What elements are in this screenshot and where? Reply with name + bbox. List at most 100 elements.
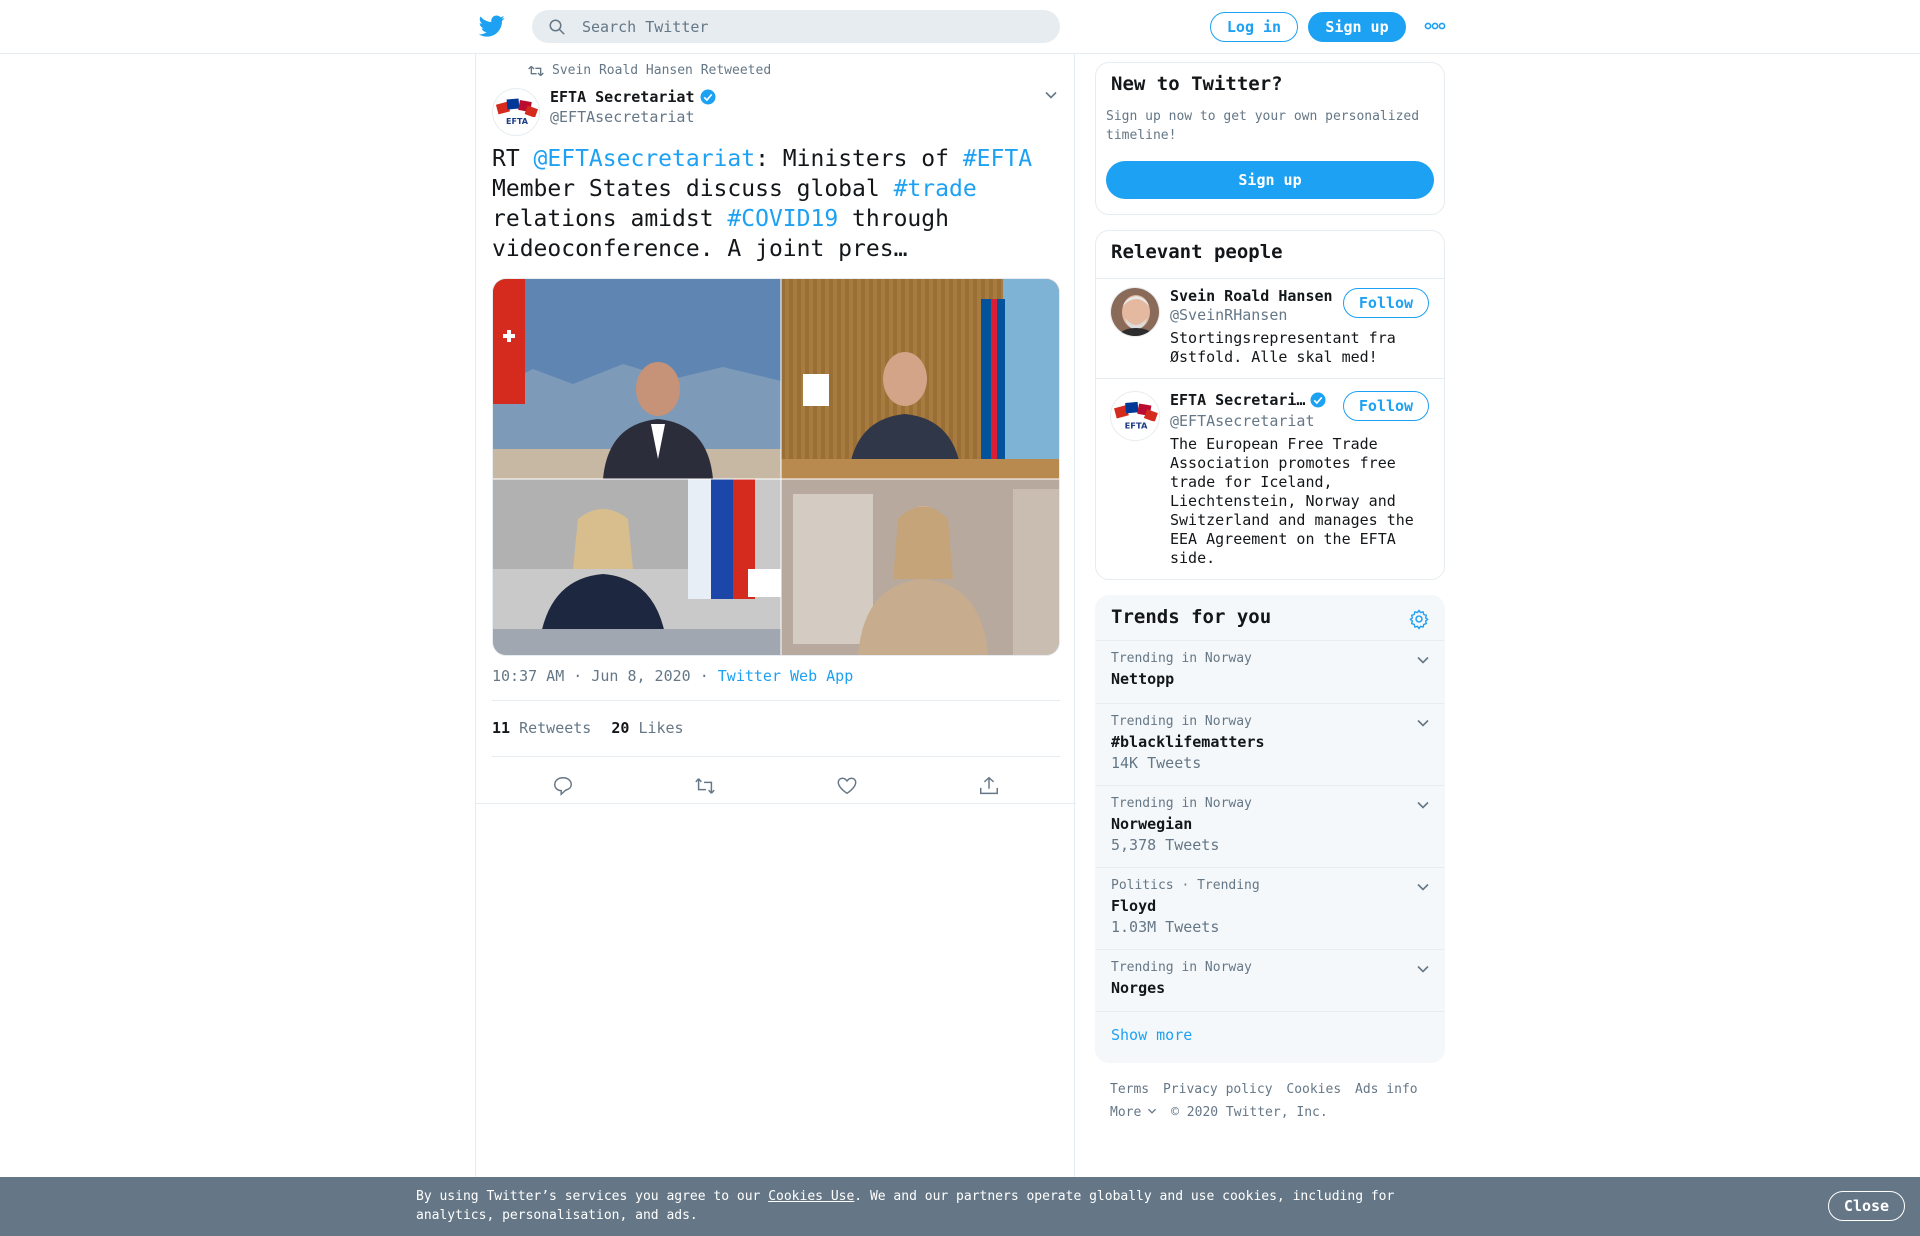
person-name-text: EFTA Secretari…: [1170, 391, 1306, 409]
trend-context: Trending in Norway: [1111, 960, 1252, 975]
tweet-mention-link[interactable]: @EFTAsecretariat: [534, 146, 756, 172]
twitter-bird-icon[interactable]: [478, 13, 506, 39]
person-handle[interactable]: @SveinRHansen: [1170, 306, 1287, 324]
like-count: 20: [611, 719, 630, 737]
hashtag-covid19-link[interactable]: #COVID19: [727, 206, 838, 232]
trends-title: Trends for you: [1111, 606, 1272, 628]
new-to-twitter-title: New to Twitter?: [1111, 73, 1283, 95]
follow-button[interactable]: Follow: [1343, 391, 1429, 421]
tweet-text-segment: relations amidst: [492, 206, 728, 232]
chevron-down-icon[interactable]: [1416, 653, 1430, 667]
privacy-link[interactable]: Privacy policy: [1163, 1082, 1273, 1097]
sidebar-signup-button[interactable]: Sign up: [1106, 161, 1434, 199]
efta-logo-icon: EFTA: [495, 98, 539, 126]
tweet-timestamp[interactable]: 10:37 AM · Jun 8, 2020: [492, 667, 691, 685]
signup-button[interactable]: Sign up: [1308, 12, 1406, 42]
like-stat[interactable]: 20 Likes: [611, 719, 683, 737]
show-more-link[interactable]: Show more: [1111, 1026, 1192, 1044]
cookie-text-before: By using Twitter’s services you agree to…: [416, 1189, 769, 1204]
trend-context: Trending in Norway: [1111, 796, 1252, 811]
avatar[interactable]: [1110, 287, 1160, 337]
meta-separator: ·: [699, 667, 709, 685]
author-handle[interactable]: @EFTAsecretariat: [550, 108, 695, 126]
trend-name: #blacklifematters: [1111, 733, 1265, 751]
tweet-column: Svein Roald Hansen Retweeted EFTA EFTA S…: [475, 54, 1076, 1178]
new-to-twitter-description: Sign up now to get your own personalized…: [1106, 109, 1420, 143]
more-menu[interactable]: More: [1110, 1105, 1157, 1120]
chevron-down-icon[interactable]: [1416, 962, 1430, 976]
avatar[interactable]: EFTA: [492, 88, 540, 136]
person-item[interactable]: Svein Roald Hansen @SveinRHansen Stortin…: [1096, 279, 1444, 379]
share-icon[interactable]: [978, 775, 1000, 797]
login-button[interactable]: Log in: [1210, 12, 1298, 42]
trends-card: Trends for you Trending in Norway Nettop…: [1095, 595, 1445, 1063]
hashtag-trade-link[interactable]: #trade: [894, 176, 977, 202]
trend-name: Floyd: [1111, 897, 1157, 915]
divider: [476, 803, 1076, 804]
divider: [492, 756, 1060, 757]
more-label: More: [1110, 1105, 1142, 1120]
tweet-text-segment: : Ministers of: [755, 146, 963, 172]
relevant-people-card: Relevant people Svein Roald Hansen @Svei…: [1095, 230, 1445, 580]
retweet-context: Svein Roald Hansen Retweeted: [528, 63, 771, 78]
copyright-text: © 2020 Twitter, Inc.: [1171, 1105, 1328, 1120]
trend-item[interactable]: Trending in Norway #blacklifematters 14K…: [1096, 703, 1444, 785]
author-name[interactable]: EFTA Secretariat: [550, 88, 717, 106]
terms-link[interactable]: Terms: [1110, 1082, 1149, 1097]
ads-info-link[interactable]: Ads info: [1355, 1082, 1418, 1097]
cookie-text: By using Twitter’s services you agree to…: [416, 1187, 1416, 1225]
svg-text:EFTA: EFTA: [1125, 420, 1148, 430]
reply-icon[interactable]: [552, 775, 574, 797]
chevron-down-icon[interactable]: [1416, 798, 1430, 812]
trend-item[interactable]: Trending in Norway Norges: [1096, 949, 1444, 1012]
chevron-down-icon[interactable]: [1416, 716, 1430, 730]
author-name-text: EFTA Secretariat: [550, 88, 695, 106]
chevron-down-icon: [1148, 1108, 1157, 1114]
cookie-close-button[interactable]: Close: [1828, 1191, 1905, 1221]
tweet-text: RT @EFTAsecretariat: Ministers of #EFTA …: [492, 144, 1062, 264]
person-bio: The European Free Trade Association prom…: [1170, 435, 1414, 567]
person-handle[interactable]: @EFTAsecretariat: [1170, 412, 1315, 430]
svg-text:EFTA: EFTA: [506, 117, 529, 126]
cookie-banner: By using Twitter’s services you agree to…: [0, 1177, 1920, 1236]
tweet-media-image[interactable]: [492, 278, 1060, 656]
trend-item[interactable]: Politics · Trending Floyd 1.03M Tweets: [1096, 867, 1444, 949]
trend-count: 5,378 Tweets: [1111, 836, 1220, 854]
like-heart-icon[interactable]: [836, 775, 858, 797]
cookies-use-link[interactable]: Cookies Use: [768, 1189, 854, 1204]
trend-context: Trending in Norway: [1111, 714, 1252, 729]
person-photo: [1111, 288, 1159, 336]
avatar[interactable]: EFTA: [1110, 391, 1160, 441]
trend-name: Nettopp: [1111, 670, 1175, 688]
like-label: Likes: [638, 719, 684, 737]
trend-item[interactable]: Trending in Norway Norwegian 5,378 Tweet…: [1096, 785, 1444, 867]
gear-icon[interactable]: [1408, 608, 1430, 630]
person-name[interactable]: EFTA Secretari…: [1170, 391, 1327, 409]
person-item[interactable]: EFTA EFTA Secretari… @EFTAsecretariat Th…: [1096, 379, 1444, 579]
tweet-text-segment: Member States discuss global: [492, 176, 894, 202]
chevron-down-icon[interactable]: [1044, 88, 1058, 102]
more-dots-icon[interactable]: [1424, 20, 1446, 32]
search-icon: [549, 19, 565, 35]
efta-logo-icon: EFTA: [1114, 401, 1158, 431]
source-app-link[interactable]: Twitter Web App: [718, 667, 853, 685]
search-input[interactable]: [582, 10, 1042, 43]
cookies-link[interactable]: Cookies: [1286, 1082, 1341, 1097]
trend-item[interactable]: Trending in Norway Nettopp: [1096, 640, 1444, 703]
new-to-twitter-card: New to Twitter? Sign up now to get your …: [1095, 62, 1445, 215]
tweet-meta: 10:37 AM · Jun 8, 2020 · Twitter Web App: [492, 667, 853, 685]
verified-badge-icon: [700, 89, 715, 105]
retweet-count: 11: [492, 719, 511, 737]
follow-button[interactable]: Follow: [1343, 288, 1429, 318]
retweet-action-icon[interactable]: [694, 775, 716, 797]
verified-badge-icon: [1310, 392, 1326, 408]
search-bar[interactable]: [532, 10, 1060, 43]
retweet-label: Retweets: [519, 719, 592, 737]
person-name[interactable]: Svein Roald Hansen: [1170, 287, 1333, 305]
retweet-stat[interactable]: 11 Retweets: [492, 719, 591, 737]
hashtag-efta-link[interactable]: #EFTA: [963, 146, 1032, 172]
trend-context: Politics · Trending: [1111, 878, 1260, 893]
relevant-people-title: Relevant people: [1111, 241, 1283, 263]
tweet-text-rt: RT: [492, 146, 534, 172]
chevron-down-icon[interactable]: [1416, 880, 1430, 894]
